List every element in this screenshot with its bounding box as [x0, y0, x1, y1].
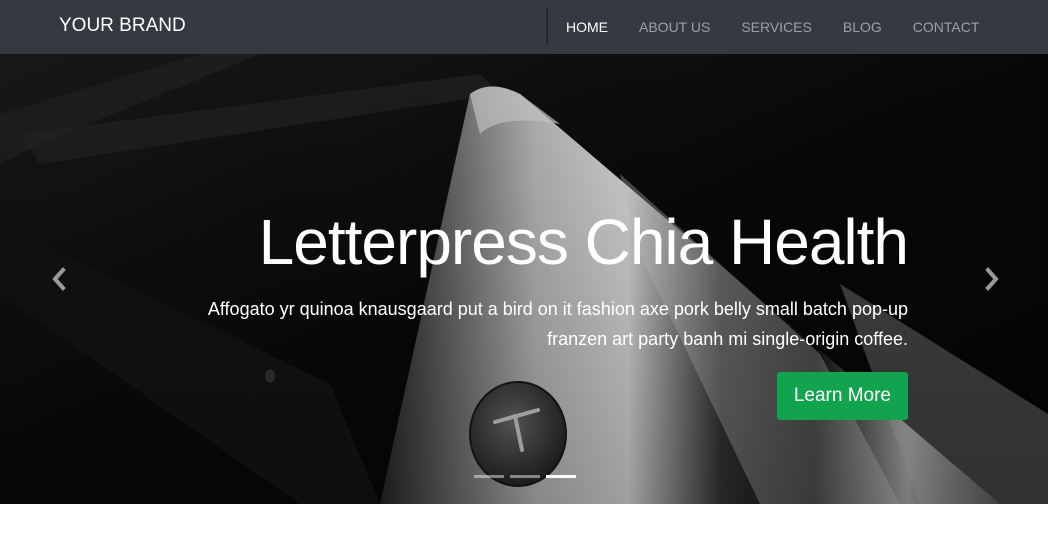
- nav-divider: [546, 8, 548, 46]
- nav-link-about-us[interactable]: ABOUT US: [639, 19, 710, 35]
- carousel-indicator-1[interactable]: [474, 475, 504, 478]
- learn-more-button[interactable]: Learn More: [776, 372, 908, 420]
- brand-logo[interactable]: YOUR BRAND: [59, 15, 186, 37]
- chevron-right-icon: [985, 267, 999, 291]
- navbar: YOUR BRAND HOME ABOUT US SERVICES BLOG C…: [0, 0, 1048, 54]
- hero-carousel: Letterpress Chia Health Affogato yr quin…: [0, 54, 1048, 504]
- hero-subtitle: Affogato yr quinoa knausgaard put a bird…: [207, 299, 908, 349]
- carousel-indicators: [474, 475, 576, 478]
- nav-link-contact[interactable]: CONTACT: [913, 19, 980, 35]
- nav-link-services[interactable]: SERVICES: [741, 19, 812, 35]
- carousel-indicator-3[interactable]: [546, 475, 576, 478]
- hero-caption: Letterpress Chia Health Affogato yr quin…: [148, 204, 909, 420]
- carousel-next-button[interactable]: [978, 262, 1006, 296]
- nav-link-home[interactable]: HOME: [566, 19, 608, 35]
- carousel-indicator-2[interactable]: [510, 475, 540, 478]
- nav-link-blog[interactable]: BLOG: [843, 19, 882, 35]
- nav-links: HOME ABOUT US SERVICES BLOG CONTACT: [566, 0, 979, 54]
- carousel-prev-button[interactable]: [45, 262, 73, 296]
- hero-title: Letterpress Chia Health: [258, 206, 909, 278]
- chevron-left-icon: [52, 267, 66, 291]
